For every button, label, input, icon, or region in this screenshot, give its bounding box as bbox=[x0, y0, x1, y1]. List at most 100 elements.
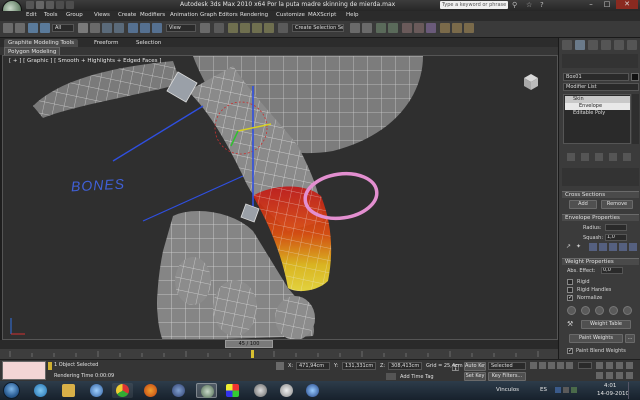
undo-icon[interactable] bbox=[3, 23, 13, 33]
perspective-viewport[interactable]: [ + ] [ Graphic ] [ Smooth + Highlights … bbox=[2, 55, 558, 340]
search-input[interactable]: Type a keyword or phrase bbox=[440, 1, 508, 9]
reference-coordinate-dropdown[interactable]: View bbox=[166, 24, 196, 32]
redo-icon[interactable] bbox=[15, 23, 25, 33]
polygon-modeling-panel[interactable]: Polygon Modeling bbox=[4, 47, 61, 55]
paint-weights-button[interactable]: Paint Weights bbox=[569, 334, 623, 343]
key-icon[interactable]: ⚿ bbox=[452, 364, 462, 374]
menu-views[interactable]: Views bbox=[94, 12, 110, 18]
select-excluded-icon[interactable] bbox=[595, 306, 604, 315]
envelope-falloff-icon[interactable]: ✦ bbox=[576, 244, 582, 250]
stack-item-skin[interactable]: Skin bbox=[565, 96, 630, 103]
key-filters-button[interactable]: Key Filters... bbox=[488, 372, 526, 381]
mirror-icon[interactable] bbox=[350, 23, 360, 33]
menu-modifiers[interactable]: Modifiers bbox=[140, 12, 165, 18]
pivot-icon[interactable] bbox=[200, 23, 210, 33]
start-button-icon[interactable] bbox=[3, 382, 20, 399]
menu-help[interactable]: Help bbox=[346, 12, 359, 18]
maximize-viewport-icon[interactable] bbox=[626, 372, 633, 379]
menu-group[interactable]: Group bbox=[66, 12, 83, 18]
copy-paste-envelope-icon[interactable] bbox=[629, 243, 637, 251]
make-unique-icon[interactable] bbox=[595, 153, 603, 161]
percent-snap-icon[interactable] bbox=[252, 23, 262, 33]
orbit-icon[interactable] bbox=[616, 372, 623, 379]
display-tab-icon[interactable] bbox=[614, 40, 624, 50]
material-editor-icon[interactable] bbox=[426, 23, 436, 33]
y-coordinate-field[interactable]: 131,331cm bbox=[342, 362, 376, 370]
taskbar-explorer[interactable] bbox=[58, 383, 79, 398]
menu-edit[interactable]: Edit bbox=[26, 12, 37, 18]
star-icon[interactable]: ☆ bbox=[526, 1, 535, 9]
schematic-view-icon[interactable] bbox=[414, 23, 424, 33]
create-tab-icon[interactable] bbox=[562, 40, 572, 50]
taskbar-app-color[interactable] bbox=[222, 383, 243, 398]
layer-manager-icon[interactable] bbox=[376, 23, 386, 33]
render-production-icon[interactable] bbox=[464, 23, 474, 33]
clock-date[interactable]: 14-09-2010 bbox=[597, 391, 629, 397]
menu-create[interactable]: Create bbox=[118, 12, 136, 18]
edit-named-selection-icon[interactable] bbox=[278, 23, 288, 33]
rigid-handles-checkbox[interactable] bbox=[567, 287, 573, 293]
modify-tab-icon[interactable] bbox=[575, 40, 585, 50]
scale-icon[interactable] bbox=[152, 23, 162, 33]
abs-effect-spinner[interactable]: 0,0 bbox=[601, 267, 623, 274]
language-indicator[interactable]: ES bbox=[540, 387, 547, 393]
menu-maxscript[interactable]: MAXScript bbox=[308, 12, 336, 18]
falloff-fast-icon[interactable] bbox=[609, 243, 617, 251]
show-end-result-icon[interactable] bbox=[581, 153, 589, 161]
named-selection-dropdown[interactable]: Create Selection Set bbox=[292, 24, 344, 32]
play-icon[interactable] bbox=[548, 362, 555, 369]
rigid-checkbox[interactable] bbox=[567, 279, 573, 285]
time-slider-track[interactable]: 45 / 100 bbox=[0, 340, 558, 349]
select-object-icon[interactable] bbox=[78, 23, 88, 33]
configure-sets-icon[interactable] bbox=[623, 153, 631, 161]
envelope-visibility-icon[interactable]: ↗ bbox=[566, 244, 572, 250]
select-manipulate-icon[interactable] bbox=[214, 23, 224, 33]
paint-options-button[interactable]: … bbox=[625, 334, 635, 343]
close-button[interactable]: ✕ bbox=[616, 0, 638, 9]
trackbar[interactable] bbox=[0, 349, 558, 359]
modifier-list-dropdown[interactable]: Modifier List bbox=[563, 83, 639, 91]
taskbar-app-5[interactable] bbox=[276, 383, 297, 398]
set-key-button[interactable]: Set Key bbox=[464, 372, 486, 381]
falloff-sinual-icon[interactable] bbox=[599, 243, 607, 251]
fov-icon[interactable] bbox=[596, 372, 603, 379]
zoom-extents-all-icon[interactable] bbox=[626, 362, 633, 369]
taskbar-app-blue[interactable] bbox=[168, 383, 189, 398]
tab-graphite-modeling-tools[interactable]: Graphite Modeling Tools bbox=[4, 39, 79, 47]
menu-tools[interactable]: Tools bbox=[44, 12, 58, 18]
pin-stack-icon[interactable] bbox=[567, 153, 575, 161]
x-coordinate-field[interactable]: 471,94cm bbox=[296, 362, 330, 370]
align-icon[interactable] bbox=[362, 23, 372, 33]
zoom-icon[interactable] bbox=[596, 362, 603, 369]
selection-lock-icon[interactable] bbox=[48, 362, 52, 370]
help-icon[interactable]: ? bbox=[540, 1, 549, 9]
redo-icon[interactable] bbox=[66, 1, 74, 9]
include-verts-icon[interactable] bbox=[581, 306, 590, 315]
zoom-all-icon[interactable] bbox=[606, 362, 613, 369]
auto-key-button[interactable]: Auto Key bbox=[464, 362, 486, 371]
motion-tab-icon[interactable] bbox=[601, 40, 611, 50]
falloff-linear-icon[interactable] bbox=[589, 243, 597, 251]
remove-modifier-icon[interactable] bbox=[609, 153, 617, 161]
stack-item-editable-poly[interactable]: Editable Poly bbox=[565, 110, 630, 117]
squash-spinner[interactable]: 1,0 bbox=[605, 234, 627, 241]
maximize-button[interactable]: □ bbox=[600, 0, 614, 9]
normalize-checkbox[interactable] bbox=[567, 294, 573, 301]
tab-selection[interactable]: Selection bbox=[132, 39, 165, 47]
time-slider[interactable]: 45 / 100 bbox=[225, 340, 273, 348]
graphite-toggle-icon[interactable] bbox=[388, 23, 398, 33]
weight-properties-rollout[interactable]: Weight Properties bbox=[562, 258, 639, 265]
taskbar-firefox[interactable] bbox=[140, 383, 161, 398]
taskbar-chrome[interactable] bbox=[112, 383, 133, 398]
envelope-properties-rollout[interactable]: Envelope Properties bbox=[562, 214, 639, 221]
object-color-swatch[interactable] bbox=[631, 73, 639, 81]
weight-tool-icon[interactable] bbox=[623, 306, 632, 315]
render-setup-icon[interactable] bbox=[440, 23, 450, 33]
taskbar-media[interactable] bbox=[86, 383, 107, 398]
open-file-icon[interactable] bbox=[36, 1, 44, 9]
hierarchy-tab-icon[interactable] bbox=[588, 40, 598, 50]
menu-animation[interactable]: Animation bbox=[170, 12, 198, 18]
radius-spinner[interactable] bbox=[605, 224, 627, 231]
select-by-name-icon[interactable] bbox=[90, 23, 100, 33]
next-frame-icon[interactable] bbox=[557, 362, 564, 369]
